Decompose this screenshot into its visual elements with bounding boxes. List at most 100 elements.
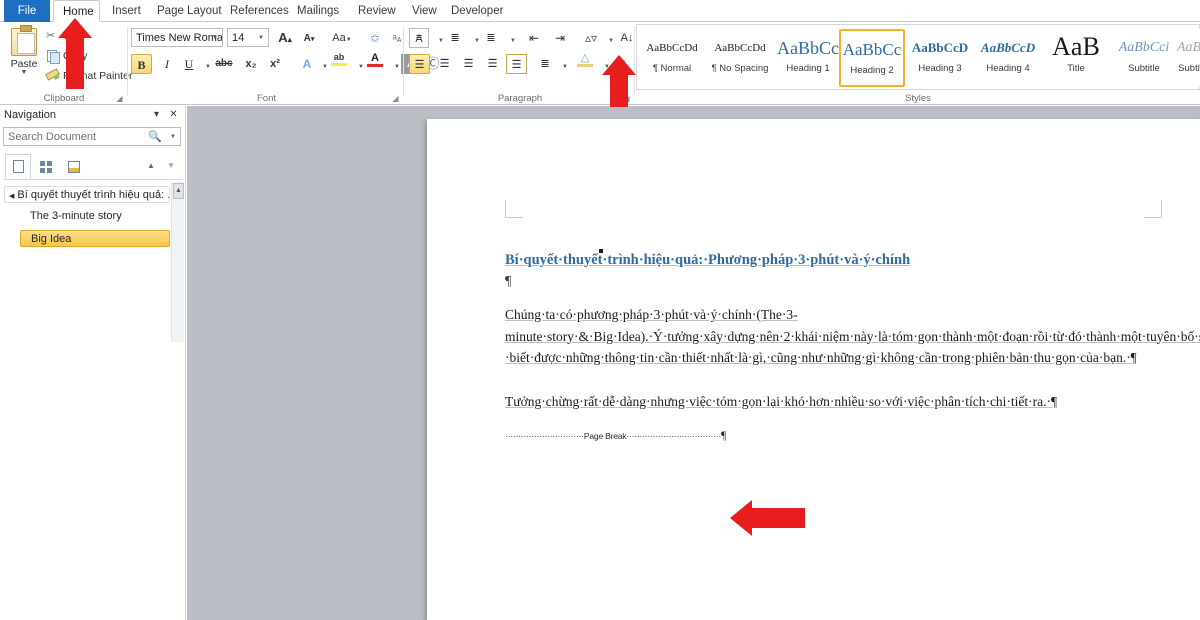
- shrink-font-button[interactable]: A▾: [299, 29, 319, 49]
- search-icon[interactable]: 🔍: [148, 128, 162, 146]
- italic-button[interactable]: I: [157, 54, 177, 74]
- document-paragraph-1[interactable]: Chúng·ta·có·phương·pháp·3·phút·và·ý·chín…: [505, 304, 1115, 369]
- style-normal[interactable]: AaBbCcDd ¶ Normal: [639, 29, 705, 87]
- style-subtle[interactable]: AaB Subtl: [1177, 29, 1200, 87]
- italic-label: I: [165, 57, 169, 71]
- tab-file[interactable]: File: [4, 0, 50, 22]
- tab-references[interactable]: References: [221, 0, 298, 22]
- browse-results-tab[interactable]: [61, 154, 87, 179]
- navigation-heading-the-3-minute-story[interactable]: The 3-minute story: [20, 208, 170, 225]
- font-dialog-launcher[interactable]: ◢: [391, 94, 400, 103]
- search-options-caret-icon[interactable]: ▼: [170, 128, 176, 146]
- subscript-button[interactable]: x₂: [241, 54, 261, 74]
- align-left-button[interactable]: ☰: [409, 54, 430, 74]
- justify-button[interactable]: ☰: [482, 54, 503, 74]
- navigation-heading-big-idea[interactable]: Big Idea: [20, 230, 170, 247]
- document-page[interactable]: Bí·quyết·thuyết·trình·hiệu·quả:·Phương·p…: [427, 119, 1200, 620]
- strikethrough-button[interactable]: abc: [212, 54, 236, 74]
- underline-button[interactable]: U: [179, 54, 199, 74]
- text-effects-label: A: [303, 57, 312, 71]
- navigation-pane: Navigation ▾ ✕ Search Document 🔍 ▼ ▲ ▼ ▲: [0, 106, 186, 620]
- style-heading-2[interactable]: AaBbCc Heading 2: [839, 29, 905, 87]
- style-subtitle-preview: AaBbCci: [1111, 29, 1177, 63]
- shading-button[interactable]: △: [575, 52, 595, 72]
- style-heading-1[interactable]: AaBbCc Heading 1: [775, 29, 841, 87]
- line-spacing-caret-icon[interactable]: ▼: [555, 54, 575, 74]
- style-heading-3[interactable]: AaBbCcD Heading 3: [907, 29, 973, 87]
- text-effects-button[interactable]: A: [297, 54, 317, 74]
- page-break-pilcrow: ¶: [721, 428, 726, 442]
- search-input[interactable]: Search Document 🔍 ▼: [3, 127, 181, 146]
- style-no-spacing-label: ¶ No Spacing: [707, 63, 773, 74]
- paste-button[interactable]: Paste ▼: [6, 26, 42, 88]
- numbering-button[interactable]: ≣: [445, 28, 465, 48]
- multilevel-list-caret-icon[interactable]: ▼: [503, 28, 523, 48]
- phonetic-guide-button[interactable]: ᵃA: [387, 28, 407, 48]
- previous-heading-button[interactable]: ▲: [143, 158, 159, 174]
- next-heading-button[interactable]: ▼: [163, 158, 179, 174]
- line-spacing-button[interactable]: ≣: [535, 54, 555, 74]
- font-color-button[interactable]: A: [365, 52, 385, 72]
- font-size-box[interactable]: 14 ▼: [227, 28, 269, 47]
- clipboard-dialog-launcher[interactable]: ◢: [115, 94, 124, 103]
- browse-headings-tab[interactable]: [5, 154, 31, 179]
- search-placeholder-text: Search Document: [8, 131, 96, 143]
- navigation-heading-root[interactable]: ◀Bí quyết thuyết trình hiệu quả: ...: [4, 186, 170, 203]
- decrease-indent-button[interactable]: ⇤: [523, 28, 545, 48]
- tab-insert[interactable]: Insert: [103, 0, 150, 22]
- scroll-up-icon[interactable]: ▲: [173, 183, 184, 199]
- navigation-heading-2-label: Big Idea: [31, 233, 71, 245]
- document-empty-paragraph[interactable]: ¶: [505, 270, 1115, 294]
- browse-pages-tab[interactable]: [33, 154, 59, 179]
- chevron-down-icon[interactable]: ▾: [150, 108, 163, 121]
- word-window: File Home Insert Page Layout References …: [0, 0, 1200, 620]
- style-heading-4[interactable]: AaBbCcD Heading 4: [975, 29, 1041, 87]
- navigation-scrollbar[interactable]: ▲: [171, 182, 184, 342]
- clear-formatting-button[interactable]: ✩: [365, 28, 385, 48]
- triangle-collapse-icon[interactable]: ◀: [9, 193, 14, 200]
- bullets-button[interactable]: ≡: [409, 28, 429, 48]
- tab-page-layout[interactable]: Page Layout: [148, 0, 231, 22]
- tab-view[interactable]: View: [403, 0, 446, 22]
- tab-review[interactable]: Review: [349, 0, 405, 22]
- margin-marker-top-left: [505, 200, 523, 218]
- sort-button[interactable]: ▵▿: [581, 28, 601, 48]
- sort-az-label: A↓: [621, 32, 634, 44]
- font-name-caret-icon[interactable]: ▼: [212, 29, 218, 47]
- ribbon-tab-strip: File Home Insert Page Layout References …: [0, 0, 1200, 22]
- style-subtitle[interactable]: AaBbCci Subtitle: [1111, 29, 1177, 87]
- page-break-label: Page Break: [584, 431, 626, 441]
- font-name-box[interactable]: Times New Roma ▼: [131, 28, 223, 47]
- increase-indent-button[interactable]: ⇥: [549, 28, 571, 48]
- document-heading[interactable]: Bí·quyết·thuyết·trình·hiệu·quả:·Phương·p…: [505, 250, 1115, 270]
- close-icon[interactable]: ✕: [167, 108, 180, 121]
- style-heading-3-preview: AaBbCcD: [907, 29, 973, 63]
- font-size-caret-icon[interactable]: ▼: [258, 29, 264, 47]
- tab-developer[interactable]: Developer: [442, 0, 512, 22]
- margin-marker-top-right: [1144, 200, 1162, 218]
- subscript-label: x₂: [245, 58, 256, 70]
- multilevel-list-button[interactable]: ≣: [481, 28, 501, 48]
- paste-dropdown-caret-icon[interactable]: ▼: [6, 70, 42, 76]
- change-case-button[interactable]: Aa▼: [329, 28, 355, 48]
- superscript-button[interactable]: x²: [265, 54, 285, 74]
- align-center-button[interactable]: ☰: [434, 54, 455, 74]
- style-no-spacing[interactable]: AaBbCcDd ¶ No Spacing: [707, 29, 773, 87]
- grow-font-button[interactable]: A▴: [275, 28, 295, 48]
- font-size-value: 14: [232, 32, 244, 44]
- format-painter-button[interactable]: Format Painter: [45, 68, 132, 84]
- style-heading-3-label: Heading 3: [907, 63, 973, 74]
- highlight-button[interactable]: ab: [329, 52, 349, 72]
- style-heading-1-label: Heading 1: [775, 63, 841, 74]
- distributed-button[interactable]: ☰: [506, 54, 527, 74]
- document-canvas[interactable]: Bí·quyết·thuyết·trình·hiệu·quả:·Phương·p…: [187, 106, 1200, 620]
- paintbrush-icon: [45, 69, 60, 83]
- ribbon-group-paragraph: ≡ ▼ ≣ ▼ ≣ ▼ ⇤ ⇥ ▵▿ ▼ A↓ ¶ ☰ ☰ ☰ ☰ ☰ ≣ ▼ …: [405, 22, 635, 105]
- style-title[interactable]: AaB Title: [1043, 29, 1109, 87]
- tab-mailings[interactable]: Mailings: [288, 0, 348, 22]
- align-right-button[interactable]: ☰: [458, 54, 479, 74]
- bold-button[interactable]: B: [131, 54, 152, 74]
- ribbon-group-styles: AaBbCcDd ¶ Normal AaBbCcDd ¶ No Spacing …: [636, 22, 1200, 105]
- page-break-marker[interactable]: ······························Page Break…: [505, 428, 701, 443]
- document-paragraph-2[interactable]: Tưởng·chừng·rất·dễ·dàng·nhưng·việc·tóm·g…: [505, 391, 1115, 413]
